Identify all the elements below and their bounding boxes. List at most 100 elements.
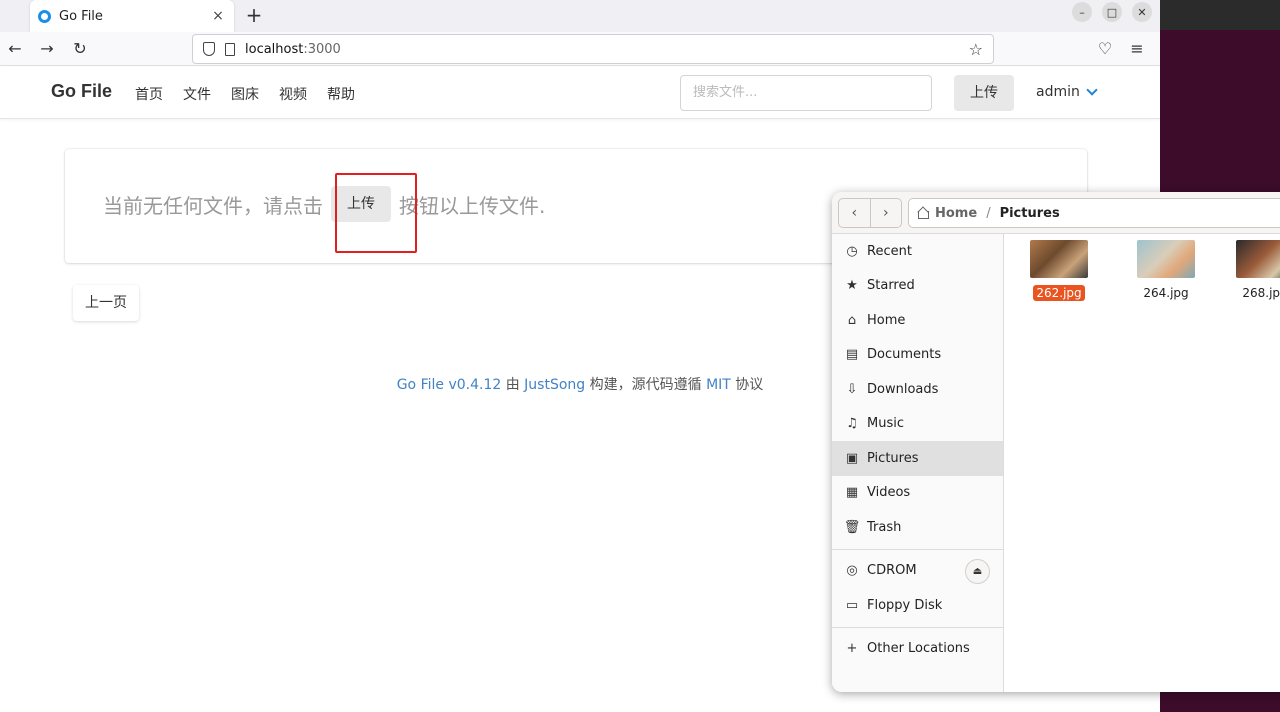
sidebar-item-label: Music <box>867 416 904 432</box>
pictures-icon: ▣ <box>845 450 859 466</box>
path-bar: Home / Pictures <box>908 198 1280 228</box>
reload-icon[interactable]: ↻ <box>71 39 89 59</box>
sidebar-item-floppy[interactable]: ▭ Floppy Disk <box>832 588 1003 623</box>
file-name: 262.jpg <box>1033 285 1085 301</box>
file-item[interactable]: 264.jpg <box>1127 240 1205 301</box>
file-item[interactable]: 262.jpg <box>1020 240 1098 301</box>
upload-button[interactable]: 上传 <box>954 75 1014 111</box>
footer-text-2: 构建，源代码遵循 <box>585 377 707 393</box>
menu-item-videos[interactable]: 视频 <box>279 84 307 104</box>
empty-text-after: 按钮以上传文件. <box>399 193 546 218</box>
chevron-left-icon[interactable]: ‹ <box>839 199 871 227</box>
sidebar-item-label: Home <box>867 312 906 328</box>
sidebar-item-music[interactable]: ♫ Music <box>832 407 1003 442</box>
sidebar-item-home[interactable]: ⌂ Home <box>832 303 1003 338</box>
dialog-header: ‹ › Home / Pictures <box>832 192 1280 234</box>
sidebar-item-label: Other Locations <box>867 641 970 657</box>
sidebar-item-label: Downloads <box>867 381 939 397</box>
main-menu: 首页 文件 图床 视频 帮助 <box>135 84 355 104</box>
empty-text-before: 当前无任何文件，请点击 <box>103 193 323 218</box>
username: admin <box>1036 84 1080 100</box>
sidebar-item-downloads[interactable]: ⇩ Downloads <box>832 372 1003 407</box>
back-arrow-icon[interactable]: ← <box>6 39 24 59</box>
footer-app-link[interactable]: Go File v0.4.12 <box>397 377 502 393</box>
sidebar-item-label: Trash <box>867 519 902 535</box>
sidebar-item-videos[interactable]: ▦ Videos <box>832 476 1003 511</box>
file-name: 264.jpg <box>1143 286 1189 300</box>
image-thumbnail <box>1137 240 1195 278</box>
red-highlight-box <box>335 173 417 253</box>
video-icon: ▦ <box>845 485 859 501</box>
sidebar-item-label: Starred <box>867 278 915 294</box>
brand-logo[interactable]: Go File <box>51 81 112 102</box>
sidebar-item-label: Pictures <box>867 450 919 466</box>
history-nav: ‹ › <box>838 198 902 228</box>
image-thumbnail <box>1030 240 1088 278</box>
crumb-separator: / <box>986 205 991 221</box>
new-tab-button[interactable]: + <box>244 4 264 26</box>
bookmark-star-icon[interactable]: ☆ <box>969 40 983 59</box>
page-icon[interactable] <box>225 42 235 56</box>
download-icon: ⇩ <box>846 381 858 397</box>
prev-page-button[interactable]: 上一页 <box>73 285 139 321</box>
sidebar-item-label: Videos <box>867 485 911 501</box>
sidebar-item-label: CDROM <box>867 563 917 579</box>
sidebar-divider <box>832 548 1003 550</box>
footer-license-link[interactable]: MIT <box>706 377 731 393</box>
menu-item-images[interactable]: 图床 <box>231 84 259 104</box>
chevron-right-icon[interactable]: › <box>871 199 902 227</box>
navigation-bar: ← → ↻ localhost:3000 ☆ ♡ ≡ <box>0 32 1160 66</box>
document-icon: ▤ <box>845 347 859 363</box>
sidebar-item-label: Documents <box>867 347 942 363</box>
site-header: Go File 首页 文件 图床 视频 帮助 搜索文件... 上传 admin <box>0 67 1160 119</box>
star-icon: ★ <box>846 278 858 294</box>
tab-close-icon[interactable]: × <box>210 8 226 24</box>
minimize-button[interactable]: – <box>1072 2 1092 22</box>
sidebar-item-cdrom[interactable]: ◎ CDROM ⏏ <box>832 554 1003 589</box>
sidebar-item-recent[interactable]: ◷ Recent <box>832 234 1003 269</box>
crumb-home[interactable]: Home <box>935 206 977 221</box>
sidebar-item-starred[interactable]: ★ Starred <box>832 269 1003 304</box>
pocket-icon[interactable]: ♡ <box>1096 39 1114 59</box>
close-window-button[interactable]: ✕ <box>1132 2 1152 22</box>
tab-bar: Go File × + – □ ✕ <box>0 0 1160 32</box>
home-icon: ⌂ <box>847 312 857 328</box>
sidebar-item-pictures[interactable]: ▣ Pictures <box>832 441 1003 476</box>
music-icon: ♫ <box>846 416 858 432</box>
cdrom-icon: ◎ <box>846 563 858 579</box>
chevron-down-icon <box>1086 84 1098 96</box>
tab-title: Go File <box>59 8 103 24</box>
file-item[interactable]: 268.jpg <box>1226 240 1280 301</box>
sidebar-item-trash[interactable]: 🗑 Trash <box>832 510 1003 545</box>
search-input[interactable]: 搜索文件... <box>680 75 932 111</box>
image-thumbnail <box>1236 240 1280 278</box>
sidebar-item-other-locations[interactable]: + Other Locations <box>832 632 1003 667</box>
url-bar[interactable]: localhost:3000 ☆ <box>192 34 994 64</box>
eject-icon[interactable]: ⏏ <box>965 558 990 584</box>
user-dropdown[interactable]: admin <box>1036 84 1098 100</box>
file-grid: 262.jpg 264.jpg 268.jpg <box>1004 234 1280 692</box>
url-host: localhost <box>245 41 304 57</box>
menu-hamburger-icon[interactable]: ≡ <box>1128 39 1146 59</box>
footer-text-3: 协议 <box>730 377 764 393</box>
sidebar-item-documents[interactable]: ▤ Documents <box>832 338 1003 373</box>
menu-item-home[interactable]: 首页 <box>135 84 163 104</box>
menu-item-help[interactable]: 帮助 <box>327 84 355 104</box>
home-icon <box>917 207 929 219</box>
window-controls: – □ ✕ <box>1072 2 1152 22</box>
floppy-icon: ▭ <box>845 597 859 613</box>
maximize-button[interactable]: □ <box>1102 2 1122 22</box>
crumb-pictures[interactable]: Pictures <box>1000 206 1060 221</box>
file-name: 268.jpg <box>1242 286 1280 300</box>
browser-tab[interactable]: Go File × <box>30 0 234 32</box>
file-chooser-dialog: ‹ › Home / Pictures ◷ Recent ★ Starred ⌂ Ho… <box>832 192 1280 692</box>
forward-arrow-icon[interactable]: → <box>38 39 56 59</box>
favicon-icon <box>38 9 51 23</box>
shield-icon[interactable] <box>203 42 215 56</box>
footer-author-link[interactable]: JustSong <box>524 377 585 393</box>
empty-message: 当前无任何文件，请点击 上传 按钮以上传文件. <box>103 186 545 222</box>
footer-text-1: 由 <box>501 377 525 393</box>
desktop-topbar <box>1160 0 1280 30</box>
menu-item-files[interactable]: 文件 <box>183 84 211 104</box>
sidebar-item-label: Recent <box>867 243 912 259</box>
